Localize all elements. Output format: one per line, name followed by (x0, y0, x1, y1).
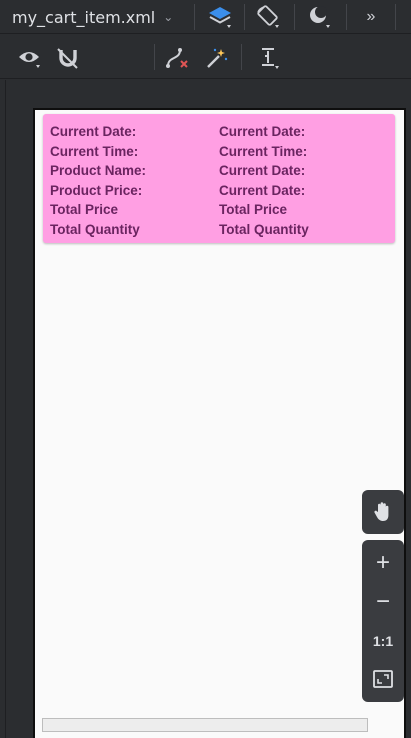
zoom-in-button[interactable]: + (362, 544, 404, 582)
eye-icon[interactable] (16, 45, 44, 71)
toolbar-divider (244, 4, 245, 30)
label-product-price: Product Price: (50, 182, 143, 198)
fit-screen-button[interactable] (362, 660, 404, 698)
night-mode-icon[interactable] (302, 2, 336, 32)
zoom-controls: + − 1:1 (362, 540, 404, 702)
design-toolbar: my_cart_item.xml ⌄ » (0, 0, 411, 34)
label-current-date: Current Date: (50, 124, 137, 139)
label-total-quantity: Total Quantity (50, 221, 140, 237)
toolbar-divider (395, 4, 396, 30)
horizontal-scrollbar[interactable] (42, 718, 368, 732)
magnet-off-icon[interactable] (54, 45, 82, 71)
label-product-name: Product Name: (50, 163, 147, 178)
toolbar-divider (346, 4, 347, 30)
hand-icon (374, 502, 389, 521)
fit-screen-icon (373, 670, 393, 688)
orientation-icon[interactable] (252, 2, 284, 32)
pan-button[interactable] (362, 490, 404, 534)
toolbar-divider (194, 4, 195, 30)
label-current-time: Current Time: (50, 143, 139, 159)
zoom-out-button[interactable]: − (362, 583, 404, 621)
guidelines-icon[interactable] (254, 45, 284, 71)
constraint-toolbar: 0dp ? (0, 35, 411, 104)
file-name: my_cart_item.xml (12, 7, 156, 27)
toolbar-divider (154, 44, 155, 70)
value-current-date: Current Date: (219, 124, 306, 139)
file-selector[interactable]: my_cart_item.xml ⌄ (12, 6, 173, 28)
magic-wand-icon[interactable] (202, 45, 232, 71)
chevron-down-icon: ⌄ (163, 10, 174, 24)
value-product-price: Current Date: (219, 182, 306, 198)
clear-constraints-icon[interactable] (162, 45, 192, 71)
value-current-time: Current Time: (219, 143, 308, 159)
value-total-quantity: Total Quantity (219, 221, 309, 237)
right-value-column: Current Date: Current Time: Current Date… (219, 122, 309, 239)
overflow-icon[interactable]: » (358, 4, 384, 30)
toolbar-divider (294, 4, 295, 30)
cart-item-card: Current Date: Current Time: Product Name… (43, 114, 395, 243)
layers-icon[interactable] (204, 2, 236, 32)
value-total-price: Total Price (219, 202, 288, 217)
toolbar-divider (241, 44, 242, 70)
left-label-column: Current Date: Current Time: Product Name… (50, 122, 146, 239)
label-total-price: Total Price (50, 202, 119, 217)
actual-size-button[interactable]: 1:1 (362, 622, 404, 660)
value-product-name: Current Date: (219, 163, 306, 178)
